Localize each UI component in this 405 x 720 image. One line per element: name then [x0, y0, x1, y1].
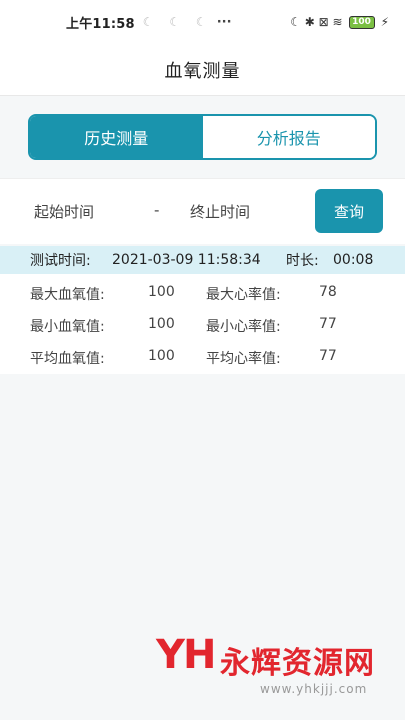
start-time-field[interactable]: 起始时间 [34, 201, 94, 222]
charging-icon: ⚡ [380, 15, 389, 29]
avg-spo2-value: 100 [148, 348, 175, 364]
avg-heart-rate-value: 77 [319, 348, 337, 364]
max-spo2-label: 最大血氧值: [30, 287, 105, 303]
range-separator: - [154, 201, 160, 219]
avg-heart-rate-label: 平均心率值: [206, 351, 281, 367]
duration-label: 时长: [286, 253, 319, 269]
status-right: ☾ ✱ ⊠ ≋ 100 ⚡ [290, 15, 389, 29]
record-header[interactable]: 测试时间: 2021-03-09 11:58:34 时长: 00:08 [0, 246, 405, 274]
watermark-logo: YH [156, 632, 216, 678]
max-heart-rate-label: 最大心率值: [206, 287, 281, 303]
battery-icon: 100 [348, 15, 375, 29]
min-spo2-value: 100 [148, 316, 175, 332]
min-heart-rate-value: 77 [319, 316, 337, 332]
tab-bar: 历史测量 分析报告 [28, 114, 377, 160]
test-datetime: 2021-03-09 11:58:34 [112, 252, 261, 268]
tab-analysis-report[interactable]: 分析报告 [202, 116, 375, 158]
app-header: 血氧测量 [0, 44, 405, 96]
duration-value: 00:08 [333, 252, 374, 268]
page-title: 血氧测量 [164, 60, 241, 82]
end-time-field[interactable]: 终止时间 [190, 201, 250, 222]
watermark-name: 永辉资源网 [220, 646, 375, 681]
status-time: 上午11:58 [66, 16, 135, 32]
avg-spo2-label: 平均血氧值: [30, 351, 105, 367]
max-heart-rate-value: 78 [319, 284, 337, 300]
notification-icons: ☾ ☾ ☾ [142, 15, 213, 29]
more-notifications-icon: ··· [216, 14, 232, 30]
query-row: 起始时间 - 终止时间 查询 [0, 178, 405, 244]
system-icons: ☾ ✱ ⊠ ≋ [290, 15, 343, 29]
tab-history[interactable]: 历史测量 [30, 116, 203, 158]
status-bar: 上午11:58 ☾ ☾ ☾ ··· ☾ ✱ ⊠ ≋ 100 ⚡ [0, 0, 405, 44]
watermark-url: www.yhkjjj.com [260, 682, 368, 696]
max-spo2-value: 100 [148, 284, 175, 300]
query-button[interactable]: 查询 [315, 189, 383, 233]
test-time-label: 测试时间: [30, 253, 91, 269]
min-heart-rate-label: 最小心率值: [206, 319, 281, 335]
min-spo2-label: 最小血氧值: [30, 319, 105, 335]
watermark: YH 永辉资源网 www.yhkjjj.com [156, 630, 386, 710]
record-stats: 最大血氧值: 100 最大心率值: 78 最小血氧值: 100 最小心率值: 7… [0, 274, 405, 374]
